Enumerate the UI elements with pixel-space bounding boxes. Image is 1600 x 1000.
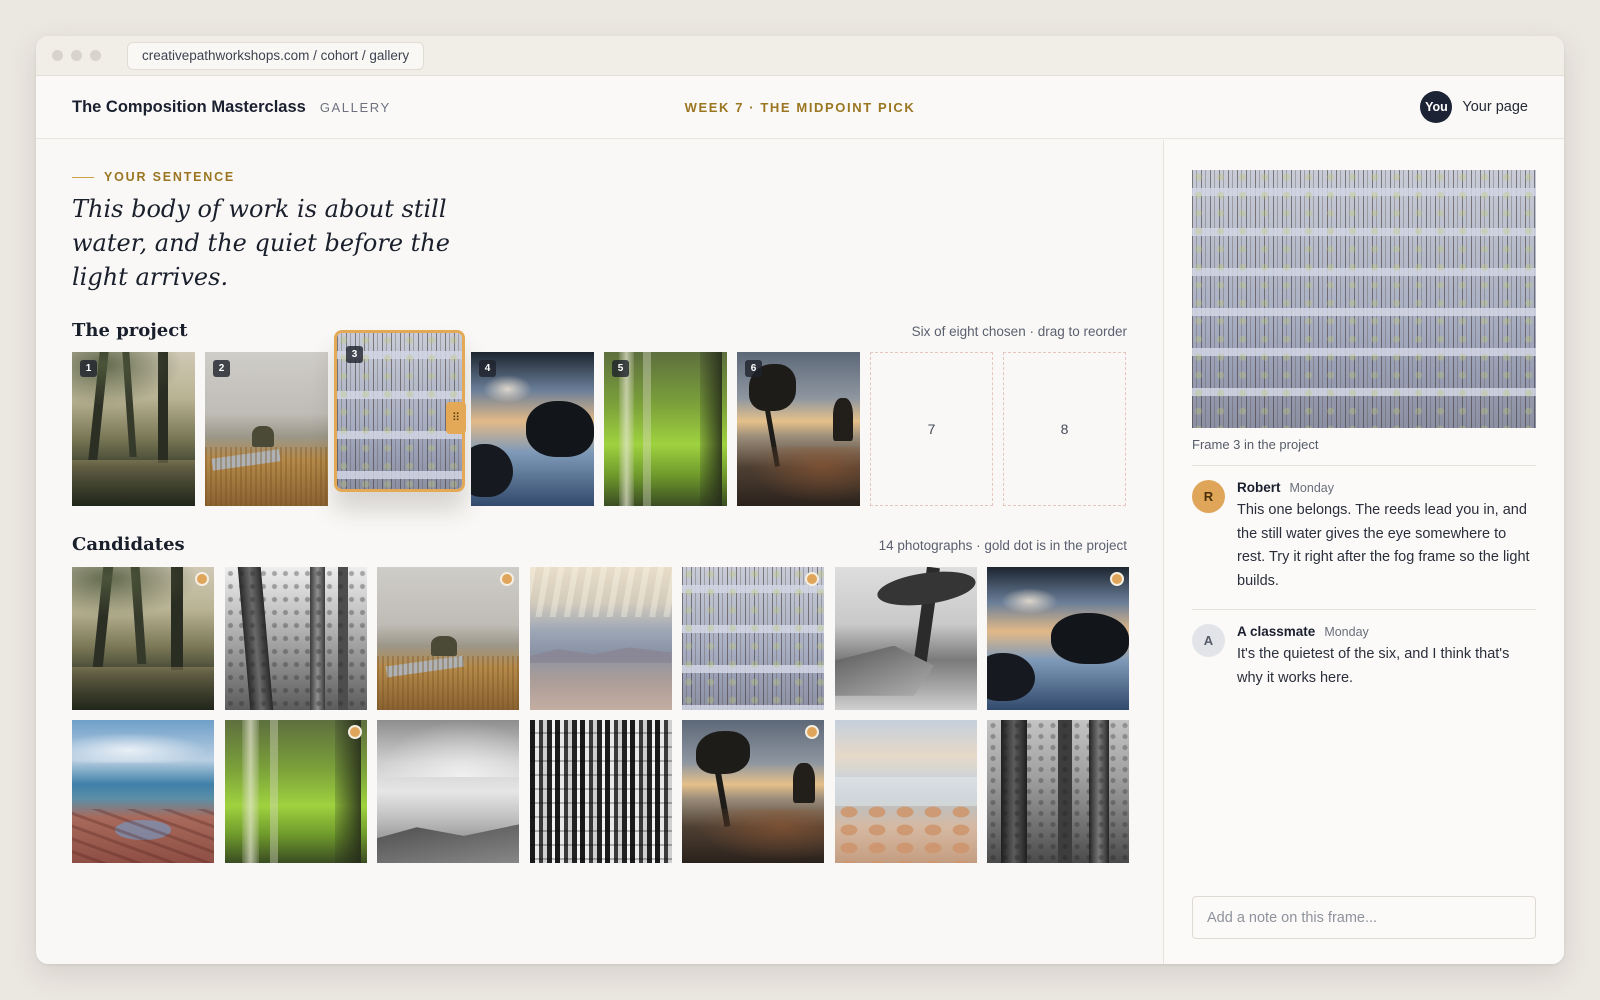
- drag-handle-icon[interactable]: ⠿: [446, 402, 466, 434]
- candidate-photo-image: [529, 567, 672, 710]
- section-label: GALLERY: [319, 99, 391, 115]
- frame-number-badge: 4: [479, 360, 496, 377]
- candidate-photo-image: [987, 567, 1129, 710]
- candidate-photo-image: [224, 567, 367, 710]
- frame-sidebar: Frame 3 in the project R Robert Monday T…: [1163, 140, 1564, 964]
- comment-text: This one belongs. The reeds lead you in,…: [1237, 502, 1530, 589]
- user-menu[interactable]: You Your page: [1420, 91, 1528, 123]
- candidate-photo[interactable]: [377, 720, 519, 863]
- project-frame[interactable]: 5: [604, 352, 727, 506]
- project-frame[interactable]: 4: [471, 352, 594, 506]
- frame-preview-image: [1192, 170, 1536, 428]
- comments-divider: [1192, 465, 1536, 466]
- candidate-photo[interactable]: [529, 720, 672, 863]
- address-bar[interactable]: creativepathworkshops.com / cohort / gal…: [127, 41, 425, 70]
- app-header: The Composition Masterclass GALLERY WEEK…: [36, 76, 1564, 139]
- project-frame[interactable]: 6: [737, 352, 860, 506]
- avatar: A: [1192, 624, 1225, 657]
- note-input[interactable]: [1192, 896, 1536, 939]
- empty-project-slot[interactable]: 7: [870, 352, 993, 506]
- course-title[interactable]: The Composition Masterclass: [72, 98, 306, 117]
- frame-number-badge: 2: [213, 360, 230, 377]
- candidate-photo[interactable]: [72, 567, 214, 710]
- in-project-dot-icon: [1110, 572, 1124, 586]
- candidate-photo-image: [682, 720, 824, 863]
- project-header: The project Six of eight chosen · drag t…: [72, 320, 1127, 341]
- candidate-photo[interactable]: [72, 720, 214, 863]
- window-controls: [52, 50, 101, 61]
- comment-text: It's the quietest of the six, and I thin…: [1237, 646, 1510, 686]
- in-project-dot-icon: [195, 572, 209, 586]
- project-frame[interactable]: 1: [72, 352, 195, 506]
- comment-time: Monday: [1324, 625, 1369, 639]
- candidate-photo[interactable]: [224, 720, 367, 863]
- comment-meta: A classmate Monday: [1237, 624, 1536, 639]
- candidate-photo-image: [529, 720, 672, 863]
- candidate-photo[interactable]: [834, 720, 977, 863]
- in-project-dot-icon: [805, 725, 819, 739]
- frame-number-badge: 1: [80, 360, 97, 377]
- candidate-photo-image: [72, 720, 214, 863]
- your-page-link[interactable]: Your page: [1462, 99, 1528, 115]
- slot-number: 7: [927, 421, 936, 437]
- comment-item: A A classmate Monday It's the quietest o…: [1192, 624, 1536, 690]
- comment-author: Robert: [1237, 480, 1281, 495]
- candidates-header: Candidates 14 photographs · gold dot is …: [72, 534, 1127, 555]
- project-note: Six of eight chosen · drag to reorder: [911, 324, 1127, 339]
- empty-project-slot[interactable]: 8: [1003, 352, 1126, 506]
- project-sequence: 1 2 3 ⠿ 4 5 6 7 8: [72, 330, 1127, 506]
- candidate-photo-image: [987, 720, 1129, 863]
- candidate-photo[interactable]: [987, 567, 1129, 710]
- candidates-grid: [72, 567, 1129, 863]
- candidate-photo-image: [72, 567, 214, 710]
- avatar: R: [1192, 480, 1225, 513]
- project-frame[interactable]: 2: [205, 352, 328, 506]
- candidate-photo-image: [682, 567, 824, 710]
- candidate-photo[interactable]: [987, 720, 1129, 863]
- frame-number-badge: 6: [745, 360, 762, 377]
- comment-meta: Robert Monday: [1237, 480, 1536, 495]
- project-frame[interactable]: 3 ⠿: [334, 330, 466, 492]
- candidate-photo-image: [834, 567, 977, 710]
- candidates-note: 14 photographs · gold dot is in the proj…: [878, 538, 1127, 553]
- comment-author: A classmate: [1237, 624, 1316, 639]
- slot-number: 8: [1060, 421, 1069, 437]
- in-project-dot-icon: [805, 572, 819, 586]
- frame-number-badge: 5: [612, 360, 629, 377]
- frame-caption: Frame 3 in the project: [1192, 437, 1319, 452]
- candidate-photo-image: [377, 567, 519, 710]
- browser-chrome: creativepathworkshops.com / cohort / gal…: [36, 36, 1564, 76]
- maximize-window-dot[interactable]: [90, 50, 101, 61]
- frame-number-badge: 3: [346, 346, 363, 363]
- sentence-label-text: YOUR SENTENCE: [104, 170, 236, 184]
- in-project-dot-icon: [500, 572, 514, 586]
- comment-item: R Robert Monday This one belongs. The re…: [1192, 480, 1536, 593]
- avatar[interactable]: You: [1420, 91, 1453, 123]
- comments-divider: [1192, 609, 1536, 610]
- project-sentence: This body of work is about still water, …: [72, 195, 450, 291]
- comment-time: Monday: [1289, 481, 1334, 495]
- candidate-photo-image: [224, 720, 367, 863]
- close-window-dot[interactable]: [52, 50, 63, 61]
- main-panel: YOUR SENTENCE This body of work is about…: [36, 140, 1163, 964]
- minimize-window-dot[interactable]: [71, 50, 82, 61]
- comment-body: Robert Monday This one belongs. The reed…: [1237, 480, 1536, 593]
- candidate-photo[interactable]: [377, 567, 519, 710]
- sentence-label: YOUR SENTENCE: [72, 170, 1127, 184]
- candidate-photo[interactable]: [682, 720, 824, 863]
- candidate-photo[interactable]: [682, 567, 824, 710]
- in-project-dot-icon: [347, 725, 362, 739]
- browser-window: creativepathworkshops.com / cohort / gal…: [36, 36, 1564, 964]
- candidate-photo-image: [834, 720, 977, 863]
- comment-body: A classmate Monday It's the quietest of …: [1237, 624, 1536, 690]
- candidate-photo-image: [377, 720, 519, 863]
- preview-photo: [1192, 170, 1536, 428]
- sentence-label-rule: [72, 176, 94, 178]
- project-title: The project: [72, 320, 188, 341]
- candidate-photo[interactable]: [529, 567, 672, 710]
- candidates-title: Candidates: [72, 534, 185, 555]
- candidate-photo[interactable]: [834, 567, 977, 710]
- candidate-photo[interactable]: [224, 567, 367, 710]
